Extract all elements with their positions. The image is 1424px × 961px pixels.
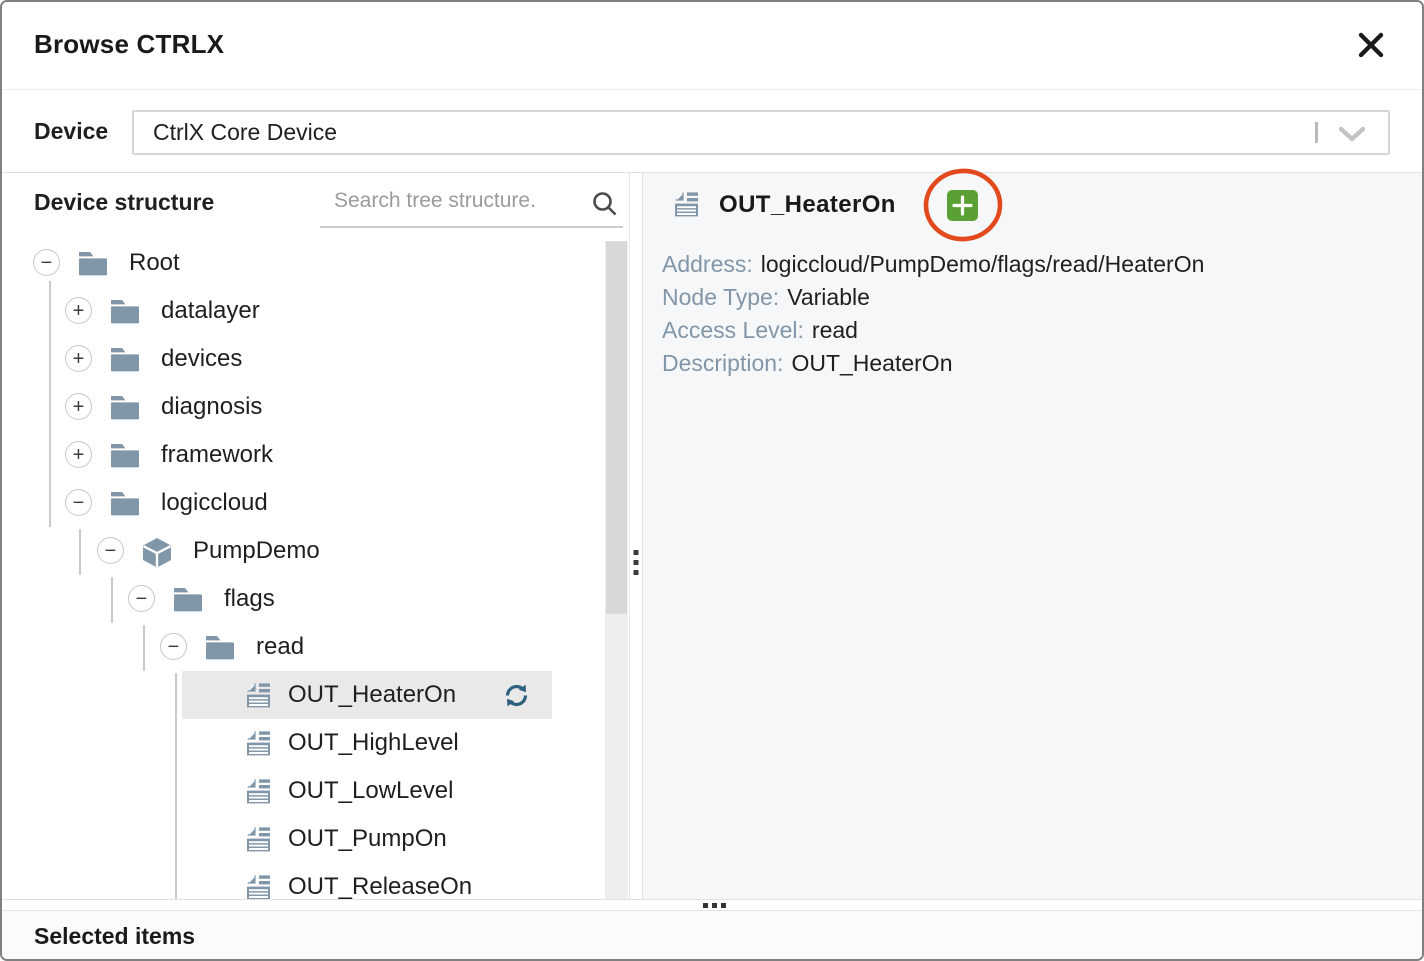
selected-items-title: Selected items: [34, 911, 195, 961]
tree-scrollbar-thumb[interactable]: [606, 241, 627, 614]
device-row: Device CtrlX Core Device: [2, 90, 1422, 173]
tree-item[interactable]: OUT_HighLevel: [2, 719, 599, 767]
tree-item-label: OUT_LowLevel: [288, 767, 453, 815]
variable-icon: [245, 825, 273, 858]
bottom-splitter[interactable]: [2, 899, 1422, 911]
dialog-window: Browse CTRLX Device CtrlX Core Device De…: [0, 0, 1424, 961]
folder-icon: [110, 489, 140, 521]
expander-minus-button[interactable]: −: [128, 585, 155, 612]
tree-item-label: OUT_PumpOn: [288, 815, 447, 863]
field-label: Node Type:: [662, 284, 779, 310]
device-label: Device: [34, 90, 108, 172]
close-button[interactable]: [1354, 28, 1388, 62]
detail-field: Node Type: Variable: [662, 281, 1204, 314]
splitter-handle-dots: [703, 903, 726, 908]
tree-item-label: OUT_HeaterOn: [288, 671, 456, 719]
expander-minus-button[interactable]: −: [160, 633, 187, 660]
tree-item[interactable]: − read: [2, 623, 599, 671]
folder-icon: [205, 633, 235, 665]
browse-ctrlx-dialog: Browse CTRLX Device CtrlX Core Device De…: [0, 0, 1424, 961]
tree-item-label: diagnosis: [161, 383, 262, 431]
device-tree: − Root + datalayer + devices + diagnosis + framew…: [2, 173, 629, 899]
expander-plus-button[interactable]: +: [65, 345, 92, 372]
splitter-handle-dots: [634, 550, 639, 575]
tree-item[interactable]: OUT_ReleaseOn: [2, 863, 599, 899]
expander-plus-button[interactable]: +: [65, 441, 92, 468]
tree-item-label: devices: [161, 335, 242, 383]
folder-icon: [110, 441, 140, 473]
cube-icon: [142, 537, 172, 573]
tree-item-label: Root: [129, 239, 180, 287]
detail-field: Address: logiccloud/PumpDemo/flags/read/H…: [662, 248, 1204, 281]
dialog-title: Browse CTRLX: [34, 29, 224, 60]
detail-fields: Address: logiccloud/PumpDemo/flags/read/H…: [662, 248, 1204, 380]
expander-plus-button[interactable]: +: [65, 393, 92, 420]
plus-icon: [947, 190, 978, 221]
tree-item[interactable]: − Root: [2, 239, 599, 287]
tree-item[interactable]: + diagnosis: [2, 383, 599, 431]
folder-icon: [78, 249, 108, 281]
field-value: OUT_HeaterOn: [791, 350, 952, 376]
expander-minus-button[interactable]: −: [65, 489, 92, 516]
expander-minus-button[interactable]: −: [97, 537, 124, 564]
tree-item-label: OUT_HighLevel: [288, 719, 459, 767]
expander-minus-button[interactable]: −: [33, 249, 60, 276]
tree-item[interactable]: − logiccloud: [2, 479, 599, 527]
field-value: read: [812, 317, 858, 343]
tree-item[interactable]: + devices: [2, 335, 599, 383]
selected-items-section: Selected items: [2, 911, 1422, 959]
refresh-icon[interactable]: [503, 682, 530, 714]
tree-item[interactable]: − flags: [2, 575, 599, 623]
field-value: logiccloud/PumpDemo/flags/read/HeaterOn: [761, 251, 1205, 277]
device-structure-panel: Device structure −Root+datalayer+devices…: [2, 173, 629, 899]
tree-item-label: datalayer: [161, 287, 260, 335]
dialog-header: Browse CTRLX: [2, 2, 1422, 90]
device-select[interactable]: CtrlX Core Device: [132, 110, 1390, 155]
tree-scrollbar-track[interactable]: [605, 241, 628, 899]
tree-item[interactable]: − PumpDemo: [2, 527, 599, 575]
select-separator: [1315, 122, 1318, 143]
field-label: Address:: [662, 251, 753, 277]
variable-icon: [245, 873, 273, 899]
tree-item[interactable]: OUT_LowLevel: [2, 767, 599, 815]
field-value: Variable: [787, 284, 870, 310]
tree-item-label: PumpDemo: [193, 527, 320, 575]
node-detail-panel: OUT_HeaterOn Address: logiccloud/PumpDemo…: [643, 173, 1422, 899]
close-icon: [1357, 31, 1385, 59]
tree-item[interactable]: OUT_HeaterOn: [2, 671, 599, 719]
add-node-button[interactable]: [947, 190, 978, 221]
variable-icon: [673, 190, 701, 223]
folder-icon: [110, 345, 140, 377]
tree-item-label: OUT_ReleaseOn: [288, 863, 472, 899]
device-select-value: CtrlX Core Device: [153, 112, 337, 153]
tree-item[interactable]: + framework: [2, 431, 599, 479]
folder-icon: [110, 297, 140, 329]
tree-item[interactable]: + datalayer: [2, 287, 599, 335]
folder-icon: [173, 585, 203, 617]
detail-field: Access Level: read: [662, 314, 1204, 347]
expander-plus-button[interactable]: +: [65, 297, 92, 324]
folder-icon: [110, 393, 140, 425]
chevron-down-icon: [1338, 126, 1366, 143]
variable-icon: [245, 729, 273, 762]
tree-item-label: flags: [224, 575, 275, 623]
tree-item[interactable]: OUT_PumpOn: [2, 815, 599, 863]
field-label: Access Level:: [662, 317, 804, 343]
node-title: OUT_HeaterOn: [719, 191, 896, 219]
variable-icon: [245, 777, 273, 810]
field-label: Description:: [662, 350, 783, 376]
tree-item-label: read: [256, 623, 304, 671]
tree-item-label: logiccloud: [161, 479, 268, 527]
variable-icon: [245, 681, 273, 714]
detail-field: Description: OUT_HeaterOn: [662, 347, 1204, 380]
panel-splitter[interactable]: [629, 173, 643, 899]
tree-item-label: framework: [161, 431, 273, 479]
